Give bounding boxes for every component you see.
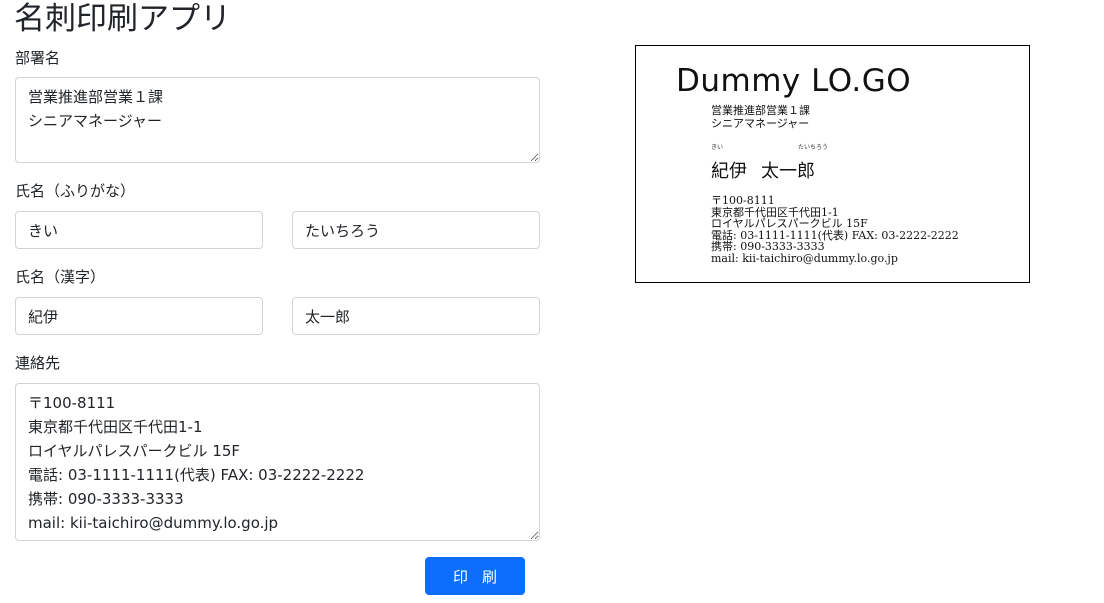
kanji-family-input[interactable]	[15, 297, 263, 335]
furigana-label: 氏名（ふりがな）	[15, 182, 136, 200]
card-furigana-given: たいちろう	[798, 144, 829, 151]
card-contact: 〒100-8111 東京都千代田区千代田1-1 ロイヤルパレスパークビル 15F…	[711, 194, 959, 265]
contact-textarea[interactable]: 〒100-8111 東京都千代田区千代田1-1 ロイヤルパレスパークビル 15F…	[15, 383, 540, 541]
card-name-given: 太一郎	[761, 161, 815, 182]
furigana-family-input[interactable]	[15, 211, 263, 249]
department-textarea[interactable]: 営業推進部営業１課 シニアマネージャー	[15, 77, 540, 163]
card-name-family: 紀伊	[711, 161, 747, 182]
card-logo: Dummy LO.GO	[676, 63, 912, 99]
contact-label: 連絡先	[15, 354, 61, 372]
furigana-given-input[interactable]	[292, 211, 540, 249]
card-furigana-family: きい	[711, 144, 724, 151]
page-title: 名刺印刷アプリ	[14, 1, 231, 37]
kanji-given-input[interactable]	[292, 297, 540, 335]
print-button[interactable]: 印刷	[425, 557, 525, 595]
card-department: 営業推進部営業１課 シニアマネージャー	[711, 104, 810, 130]
card-name: 紀伊 太一郎	[711, 160, 815, 184]
kanji-name-label: 氏名（漢字）	[15, 268, 106, 286]
department-label: 部署名	[15, 49, 61, 67]
business-card-preview: Dummy LO.GO 営業推進部営業１課 シニアマネージャー きい たいちろう…	[635, 45, 1030, 283]
